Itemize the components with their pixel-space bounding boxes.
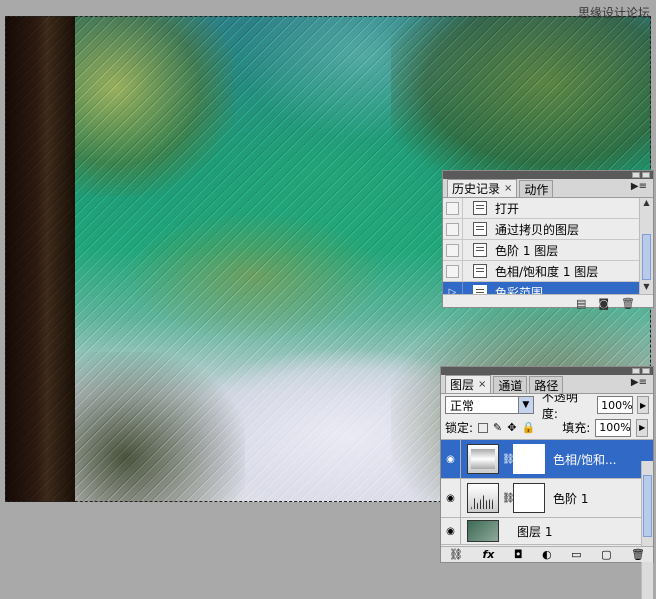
eye-icon[interactable]: ◉	[441, 518, 461, 544]
history-item[interactable]: 通过拷贝的图层	[443, 219, 653, 240]
opacity-slider-button[interactable]: ▶	[637, 396, 649, 414]
link-icon[interactable]: ⛓	[502, 454, 515, 465]
fx-icon[interactable]: fx	[482, 548, 494, 561]
layer-thumbnail	[467, 520, 499, 542]
tab-actions[interactable]: 动作	[519, 180, 554, 197]
snapshot-source-checkbox[interactable]	[446, 264, 459, 278]
new-layer-icon[interactable]: ▢	[601, 548, 611, 561]
layers-titlebar[interactable]	[441, 367, 653, 375]
blend-opacity-row: 正常 ▼ 不透明度: 100% ▶	[441, 390, 653, 421]
history-item-label: 打开	[495, 201, 520, 216]
history-footer: ▤ ◙ 🗑	[443, 294, 653, 312]
close-icon[interactable]: ×	[504, 183, 512, 194]
history-state-icon	[473, 222, 487, 236]
layer-name: 图层 1	[517, 524, 553, 539]
fill-label: 填充:	[562, 421, 591, 435]
layers-footer: ⛓ fx ◘ ◐ ▭ ▢ 🗑	[441, 546, 653, 562]
layer-name: 色相/饱和...	[553, 452, 617, 467]
layers-panel: 图层 × 通道 路径 ▶≡ 正常 ▼ 不透明度: 100% ▶ 锁定: ✎ ✥ …	[440, 366, 654, 599]
layers-tabs: 图层 × 通道 路径 ▶≡	[441, 375, 653, 394]
snapshot-source-checkbox[interactable]	[446, 222, 459, 236]
history-item-label: 色彩范围	[495, 285, 544, 295]
scroll-down-icon[interactable]: ▼	[640, 282, 653, 294]
history-state-icon	[473, 201, 487, 215]
new-snapshot-icon[interactable]: ◙	[598, 297, 609, 310]
layer-mask-thumbnail[interactable]	[513, 444, 545, 474]
history-scrollbar[interactable]: ▲ ▼	[639, 198, 653, 294]
tab-channels-label: 通道	[498, 378, 523, 393]
lock-move-icon[interactable]: ✥	[507, 421, 516, 434]
blend-mode-value: 正常	[450, 398, 475, 413]
trash-icon[interactable]: 🗑	[621, 297, 635, 310]
tab-channels[interactable]: 通道	[493, 376, 528, 393]
tab-actions-label: 动作	[524, 182, 549, 197]
lock-transparency-icon[interactable]	[478, 422, 489, 433]
tab-layers-label: 图层	[450, 378, 475, 392]
history-item-label: 色阶 1 图层	[495, 243, 559, 258]
tab-layers[interactable]: 图层 ×	[445, 375, 492, 393]
history-item[interactable]: 色阶 1 图层	[443, 240, 653, 261]
blend-mode-select[interactable]: 正常 ▼	[445, 396, 534, 414]
levels-adjustment-icon	[467, 483, 499, 513]
close-icon[interactable]	[642, 172, 650, 178]
history-titlebar[interactable]	[443, 171, 653, 179]
history-list: 打开 通过拷贝的图层 色阶 1 图层 色相/饱和度 1 图层 ▷ 色彩范围 ▲ …	[443, 198, 653, 294]
eye-icon[interactable]: ◉	[441, 479, 461, 517]
watermark: 思缘设计论坛	[577, 6, 650, 20]
layer-mask-thumbnail[interactable]	[513, 483, 545, 513]
opacity-value: 100%	[601, 398, 633, 412]
layer-row-photo[interactable]: ◉ 图层 1	[441, 518, 653, 545]
history-item[interactable]: 打开	[443, 198, 653, 219]
history-item[interactable]: 色相/饱和度 1 图层	[443, 261, 653, 282]
tab-history-label: 历史记录	[452, 182, 501, 196]
scroll-thumb[interactable]	[643, 475, 652, 537]
snapshot-source-checkbox[interactable]	[446, 201, 459, 215]
scroll-thumb[interactable]	[642, 234, 651, 280]
panel-menu-icon[interactable]: ▶≡	[631, 377, 647, 388]
eye-icon[interactable]: ◉	[441, 440, 461, 478]
fill-value: 100%	[599, 421, 631, 434]
history-state-icon	[473, 243, 487, 257]
history-pointer-icon: ▷	[448, 286, 457, 295]
minimize-icon[interactable]	[632, 368, 640, 374]
layers-scrollbar[interactable]	[641, 461, 653, 599]
trash-icon[interactable]: 🗑	[631, 548, 645, 561]
hue-saturation-adjustment-icon	[467, 444, 499, 474]
chevron-down-icon[interactable]: ▼	[517, 397, 533, 413]
minimize-icon[interactable]	[632, 172, 640, 178]
panel-menu-icon[interactable]: ▶≡	[631, 181, 647, 192]
history-item-label: 色相/饱和度 1 图层	[495, 264, 599, 279]
history-state-icon	[473, 264, 487, 278]
mask-icon[interactable]: ◘	[514, 548, 523, 561]
history-item-selected[interactable]: ▷ 色彩范围	[443, 282, 653, 294]
layer-row-levels[interactable]: ◉ ⛓ 色阶 1	[441, 479, 653, 518]
history-state-icon	[473, 285, 487, 294]
link-icon[interactable]: ⛓	[449, 548, 463, 561]
close-icon[interactable]: ×	[478, 379, 486, 390]
tab-paths-label: 路径	[534, 378, 559, 393]
lock-all-icon[interactable]: 🔒	[521, 421, 535, 434]
history-panel: 历史记录 × 动作 ▶≡ 打开 通过拷贝的图层 色阶 1 图层 色相/饱和度 1…	[442, 170, 654, 310]
lock-paint-icon[interactable]: ✎	[493, 421, 502, 434]
group-icon[interactable]: ▭	[571, 548, 581, 561]
snapshot-source-checkbox[interactable]	[446, 243, 459, 257]
fill-field[interactable]: 100%	[595, 418, 632, 437]
history-tabs: 历史记录 × 动作 ▶≡	[443, 179, 653, 198]
tab-paths[interactable]: 路径	[529, 376, 564, 393]
link-icon[interactable]: ⛓	[502, 493, 515, 504]
tab-history[interactable]: 历史记录 ×	[447, 179, 518, 197]
layer-row-hue-saturation[interactable]: ◉ ⛓ 色相/饱和...	[441, 440, 653, 479]
new-document-icon[interactable]: ▤	[576, 297, 586, 310]
adjustment-icon[interactable]: ◐	[542, 548, 552, 561]
scroll-up-icon[interactable]: ▲	[640, 198, 653, 210]
history-item-label: 通过拷贝的图层	[495, 222, 580, 237]
lock-label: 锁定:	[445, 421, 474, 435]
close-icon[interactable]	[642, 368, 650, 374]
fill-slider-button[interactable]: ▶	[636, 418, 649, 437]
layer-name: 色阶 1	[553, 491, 589, 506]
opacity-field[interactable]: 100%	[597, 396, 634, 414]
